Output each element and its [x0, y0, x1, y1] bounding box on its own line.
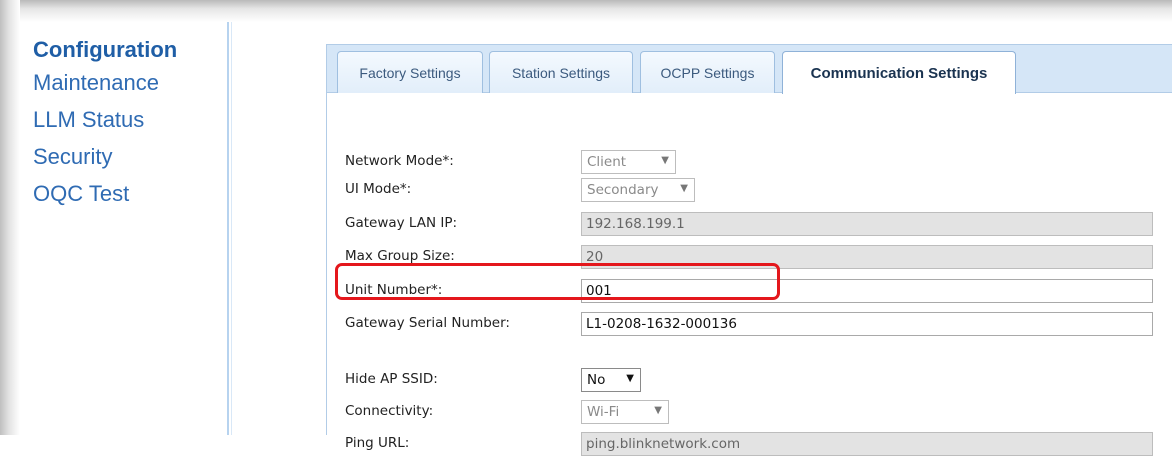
sidebar-item-configuration[interactable]: Configuration	[33, 36, 223, 64]
sidebar-divider	[227, 22, 229, 435]
dropdown-arrow-icon: ▼	[626, 373, 634, 384]
sidebar-item-maintenance[interactable]: Maintenance	[33, 64, 223, 101]
tab-communication-settings[interactable]: Communication Settings	[782, 51, 1016, 94]
hide-ap-ssid-label: Hide AP SSID:	[345, 371, 438, 387]
max-group-size-label: Max Group Size:	[345, 248, 455, 264]
ui-mode-label: UI Mode*:	[345, 181, 412, 197]
gateway-lan-ip-field: 192.168.199.1	[581, 212, 1153, 236]
sidebar-item-security[interactable]: Security	[33, 138, 223, 175]
gateway-lan-ip-label: Gateway LAN IP:	[345, 215, 458, 231]
gateway-serial-label: Gateway Serial Number:	[345, 315, 510, 331]
serial-number-highlight-box	[335, 263, 780, 300]
gateway-lan-ip-row: Gateway LAN IP: 192.168.199.1	[327, 212, 1172, 236]
settings-panel: Factory Settings Station Settings OCPP S…	[326, 44, 1172, 456]
sidebar-item-oqc-test[interactable]: OQC Test	[33, 175, 223, 212]
tab-station-settings[interactable]: Station Settings	[489, 51, 633, 93]
ui-mode-select[interactable]: Secondary ▼	[581, 178, 695, 202]
dropdown-arrow-icon: ▼	[661, 155, 669, 166]
dropdown-arrow-icon: ▼	[654, 405, 662, 416]
network-mode-row: Network Mode*: Client ▼	[327, 150, 1172, 174]
gateway-serial-input[interactable]: L1-0208-1632-000136	[581, 312, 1153, 336]
ping-url-field: ping.blinknetwork.com	[581, 432, 1153, 456]
screenshot-left-shadow	[0, 0, 20, 435]
ping-url-row: Ping URL: ping.blinknetwork.com	[327, 432, 1172, 456]
ping-url-label: Ping URL:	[345, 435, 410, 451]
tab-bar: Factory Settings Station Settings OCPP S…	[327, 44, 1172, 94]
tab-ocpp-settings[interactable]: OCPP Settings	[640, 51, 775, 93]
hide-ap-ssid-row: Hide AP SSID: No ▼	[327, 368, 1172, 392]
sidebar-divider-inner	[231, 22, 232, 435]
dropdown-arrow-icon: ▼	[680, 183, 688, 194]
connectivity-label: Connectivity:	[345, 403, 434, 419]
ui-mode-value: Secondary	[587, 182, 659, 198]
ui-mode-row: UI Mode*: Secondary ▼	[327, 178, 1172, 202]
sidebar-item-llm-status[interactable]: LLM Status	[33, 101, 223, 138]
connectivity-select[interactable]: Wi-Fi ▼	[581, 400, 669, 424]
network-mode-value: Client	[587, 154, 627, 170]
gateway-serial-row: Gateway Serial Number: L1-0208-1632-0001…	[327, 312, 1172, 336]
network-mode-label: Network Mode*:	[345, 153, 454, 169]
connectivity-row: Connectivity: Wi-Fi ▼	[327, 400, 1172, 424]
hide-ap-ssid-value: No	[587, 372, 606, 388]
sidebar-nav: Configuration Maintenance LLM Status Sec…	[33, 36, 223, 212]
network-mode-select[interactable]: Client ▼	[581, 150, 676, 174]
hide-ap-ssid-select[interactable]: No ▼	[581, 368, 641, 392]
screenshot-top-shadow	[0, 0, 1172, 22]
tab-factory-settings[interactable]: Factory Settings	[337, 51, 483, 93]
connectivity-value: Wi-Fi	[587, 404, 620, 420]
